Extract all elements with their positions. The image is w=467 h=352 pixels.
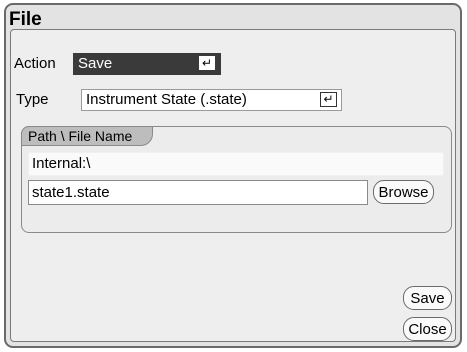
path-file-name-group: Path \ File Name Internal:\ Browse: [21, 126, 452, 233]
type-select[interactable]: Instrument State (.state) ↵: [81, 89, 342, 111]
action-select[interactable]: Save ↵: [73, 53, 221, 75]
action-label: Action: [14, 55, 56, 72]
type-value: Instrument State (.state): [86, 91, 247, 108]
action-value: Save: [78, 55, 113, 72]
path-display: Internal:\: [28, 152, 444, 176]
file-dialog: File Action Save ↵ Type Instrument State…: [4, 3, 462, 348]
dialog-title: File: [9, 9, 42, 30]
browse-button[interactable]: Browse: [373, 180, 434, 204]
type-label: Type: [16, 91, 49, 108]
enter-key-icon[interactable]: ↵: [199, 56, 215, 70]
dialog-panel: Action Save ↵ Type Instrument State (.st…: [10, 29, 456, 342]
enter-key-icon[interactable]: ↵: [320, 92, 337, 107]
filename-input[interactable]: [28, 180, 368, 205]
group-title: Path \ File Name: [21, 126, 153, 146]
save-button[interactable]: Save: [403, 286, 452, 310]
close-button[interactable]: Close: [403, 317, 452, 341]
